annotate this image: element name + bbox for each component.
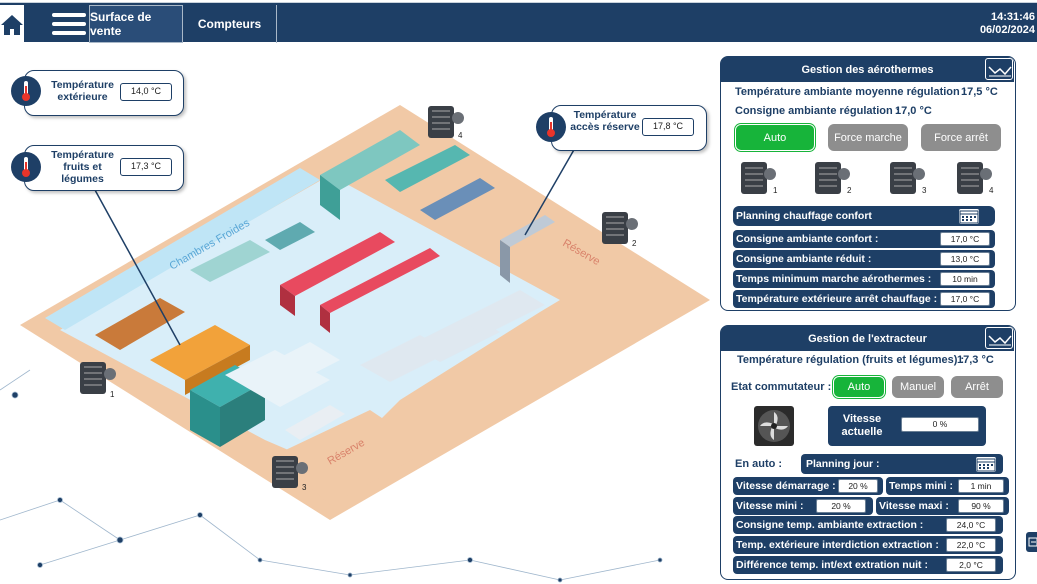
aero-force-arret-button[interactable]: Force arrêt	[921, 124, 1001, 151]
aero-unit-4[interactable]: 4	[955, 160, 999, 203]
aero-avg-label: Température ambiante moyenne régulation …	[735, 86, 967, 98]
aero-unit-4-number: 4	[989, 186, 994, 195]
extr-planning-button[interactable]: Planning jour :	[801, 454, 1003, 474]
calendar-icon[interactable]	[976, 457, 996, 472]
panel-aerothermes-title: Gestion des aérothermes	[721, 57, 1014, 82]
extr-interdiction-input[interactable]: 22,0 °C	[946, 538, 996, 552]
extr-vd-label: Vitesse démarrage :	[736, 480, 836, 492]
fan-icon	[754, 406, 794, 451]
aero-unit-2[interactable]: 2	[813, 160, 857, 203]
aero-set-value: 17,0 °C	[895, 105, 932, 117]
extr-etat-label: Etat commutateur :	[731, 381, 832, 393]
clock-date: 06/02/2024	[979, 24, 1035, 36]
heater-1-number: 1	[110, 390, 115, 399]
aero-row-reduit-label: Consigne ambiante réduit :	[736, 253, 872, 265]
aero-unit-2-number: 2	[847, 186, 852, 195]
aero-arret-input[interactable]: 17,0 °C	[940, 292, 990, 306]
heater-4[interactable]: 4	[428, 106, 464, 140]
aero-row-confort-label: Consigne ambiante confort :	[736, 233, 879, 245]
thermometer-icon	[11, 76, 41, 106]
aero-planning-label: Planning chauffage confort	[736, 210, 872, 222]
tab-compteurs[interactable]: Compteurs	[183, 5, 277, 43]
calendar-icon[interactable]	[959, 209, 979, 224]
extr-vmax-label: Vitesse maxi :	[879, 500, 949, 512]
screen: Surface de vente Compteurs 14:31:46 06/02…	[0, 0, 1037, 584]
panel-extracteur-title: Gestion de l'extracteur	[721, 326, 1014, 351]
aero-unit-1-number: 1	[773, 186, 778, 195]
tab-surface-de-vente[interactable]: Surface de vente	[89, 5, 183, 43]
sensor-exterieure[interactable]: Température extérieure 14,0 °C	[24, 70, 184, 116]
aero-unit-3-number: 3	[922, 186, 927, 195]
sensor-exterieure-value: 14,0 °C	[120, 83, 172, 101]
heater-4-number: 4	[458, 131, 463, 140]
aero-auto-button[interactable]: Auto	[735, 124, 815, 151]
trend-icon[interactable]	[985, 58, 1013, 80]
extr-auto-button[interactable]: Auto	[833, 376, 885, 398]
extr-en-auto-label: En auto :	[735, 458, 783, 470]
sensor-reserve-value: 17,8 °C	[642, 118, 694, 136]
extr-difference-label: Différence temp. int/ext extration nuit …	[736, 559, 928, 571]
thermometer-icon	[536, 112, 566, 142]
aero-reduit-input[interactable]: 13,0 °C	[940, 252, 990, 266]
heater-3-number: 3	[302, 483, 307, 492]
extr-vmin-input[interactable]: 20 %	[816, 499, 866, 513]
top-bar: Surface de vente Compteurs 14:31:46 06/02…	[0, 2, 1037, 43]
extr-vmin-label: Vitesse mini :	[736, 500, 804, 512]
aero-unit-3[interactable]: 3	[888, 160, 932, 203]
heater-2[interactable]: 2	[602, 212, 638, 248]
aero-force-marche-button[interactable]: Force marche	[828, 124, 908, 151]
aero-planning-button[interactable]: Planning chauffage confort	[733, 206, 995, 226]
sensor-exterieure-label: Température extérieure	[51, 79, 114, 103]
aero-unit-1[interactable]: 1	[739, 160, 783, 203]
thermometer-icon	[11, 152, 41, 182]
aero-row-arret-label: Température extérieure arrêt chauffage :	[736, 293, 938, 305]
extr-manuel-button[interactable]: Manuel	[892, 376, 944, 398]
aero-avg-value: 17,5 °C	[961, 86, 998, 98]
extr-speed-value: 0 %	[901, 417, 979, 432]
extr-difference-input[interactable]: 2,0 °C	[946, 558, 996, 572]
extr-arret-button[interactable]: Arrêt	[951, 376, 1003, 398]
trend-icon[interactable]	[985, 327, 1013, 349]
menu-icon[interactable]	[52, 13, 86, 35]
clock-time: 14:31:46	[990, 11, 1035, 23]
extr-planning-label: Planning jour :	[806, 458, 880, 470]
extr-reg-value: 17,3 °C	[957, 354, 994, 366]
extr-speed-label: Vitesse actuelle	[841, 413, 883, 438]
sensor-acces-reserve[interactable]: Température accès réserve 17,8 °C	[551, 105, 707, 151]
sensor-fruits-value: 17,3 °C	[120, 158, 172, 176]
panel-aerothermes: Gestion des aérothermes Température ambi…	[720, 56, 1016, 311]
extr-tm-input[interactable]: 1 min	[958, 479, 1004, 493]
side-panel-icon[interactable]	[1026, 532, 1037, 552]
aero-row-temps-min-label: Temps minimum marche aérothermes :	[736, 273, 932, 285]
extr-reg-label: Température régulation (fruits et légume…	[737, 354, 965, 366]
sensor-fruits-label: Température fruits et légumes	[51, 149, 114, 185]
aero-temps-min-input[interactable]: 10 min	[940, 272, 990, 286]
extr-consigne-label: Consigne temp. ambiante extraction :	[736, 519, 924, 531]
sensor-fruits-legumes[interactable]: Température fruits et légumes 17,3 °C	[24, 145, 184, 191]
extr-consigne-input[interactable]: 24,0 °C	[946, 518, 996, 532]
extr-interdiction-label: Temp. extérieure interdiction extraction…	[736, 539, 939, 551]
extr-vmax-input[interactable]: 90 %	[958, 499, 1004, 513]
panel-extracteur: Gestion de l'extracteur Température régu…	[720, 325, 1016, 580]
aero-set-label: Consigne ambiante régulation :	[735, 105, 900, 117]
heater-2-number: 2	[632, 239, 637, 248]
aero-confort-input[interactable]: 17,0 °C	[940, 232, 990, 246]
sensor-reserve-label: Température accès réserve	[570, 109, 640, 133]
home-icon	[1, 15, 23, 35]
extr-vd-input[interactable]: 20 %	[838, 479, 878, 493]
extr-tm-label: Temps mini :	[889, 480, 953, 492]
clock: 14:31:46 06/02/2024	[980, 11, 1035, 37]
home-button[interactable]	[0, 5, 24, 43]
